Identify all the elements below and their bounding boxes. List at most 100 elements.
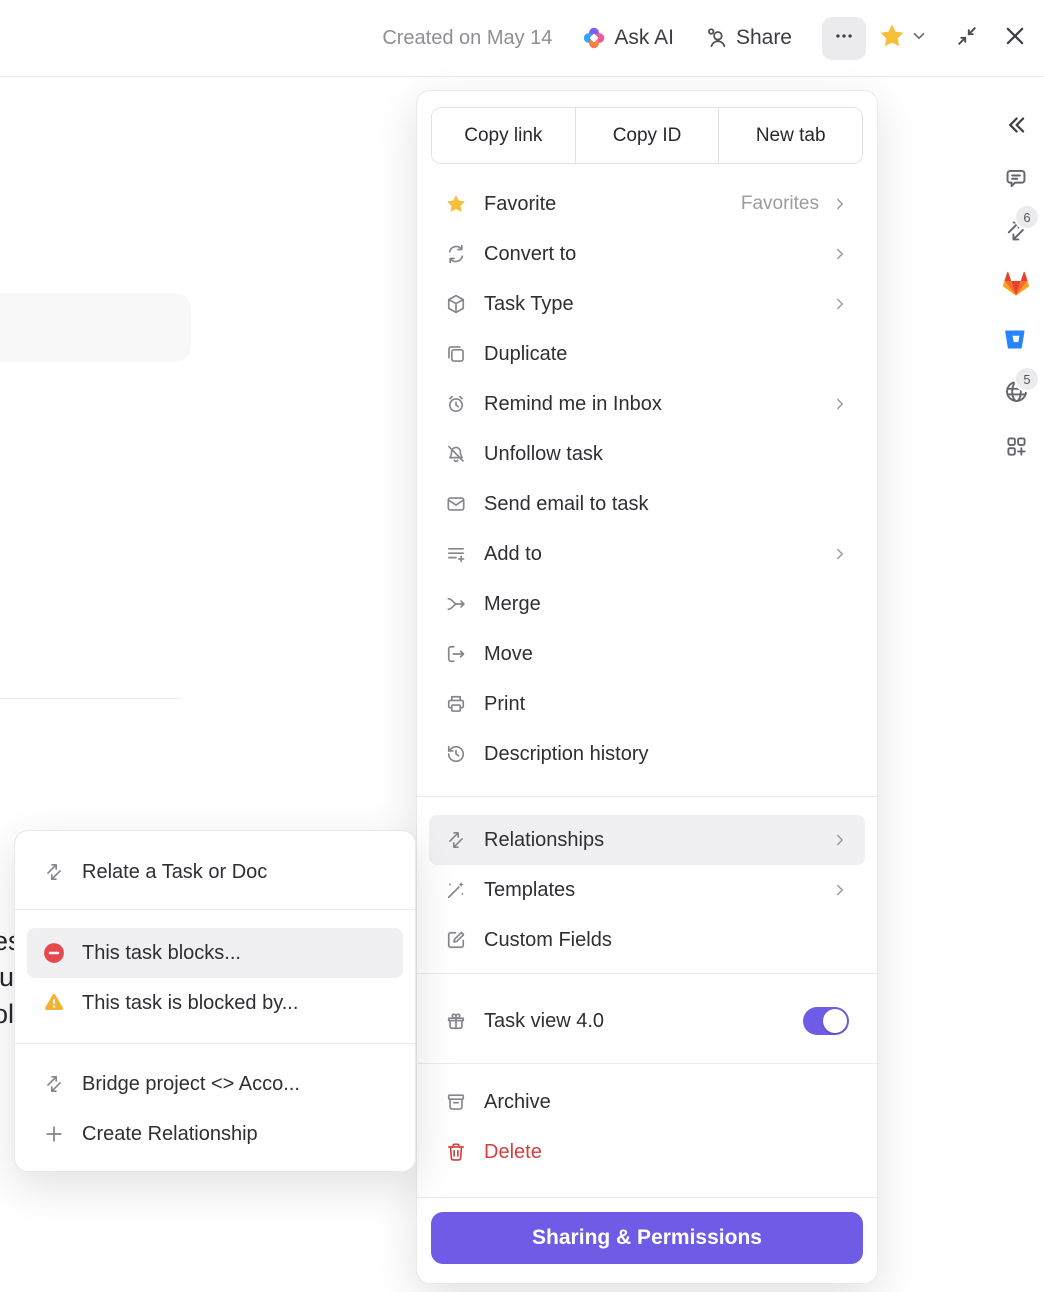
- new-tab-button[interactable]: New tab: [718, 108, 862, 163]
- menu-item-label: Templates: [484, 879, 575, 902]
- menu-item-add-to[interactable]: Add to: [429, 529, 865, 579]
- menu-item-description-history[interactable]: Description history: [429, 729, 865, 779]
- menu-item-convert-to[interactable]: Convert to: [429, 229, 865, 279]
- bitbucket-button[interactable]: [1001, 326, 1031, 356]
- menu-divider: [417, 1197, 877, 1198]
- menu-item-label: Favorite: [484, 193, 556, 216]
- submenu-item-task-blocks[interactable]: This task blocks...: [27, 928, 403, 978]
- menu-item-templates[interactable]: Templates: [429, 865, 865, 915]
- relationships-count-badge: 6: [1016, 206, 1038, 228]
- chevron-right-icon: [831, 881, 849, 899]
- magic-wand-icon: [445, 879, 467, 901]
- menu-item-favorite[interactable]: Favorite Favorites: [429, 179, 865, 229]
- bell-off-icon: [445, 443, 467, 465]
- chevron-right-icon: [831, 545, 849, 563]
- menu-item-task-view-40[interactable]: Task view 4.0: [429, 996, 865, 1046]
- relationships-icon: [445, 829, 467, 851]
- menu-item-label: Unfollow task: [484, 443, 603, 466]
- menu-item-duplicate[interactable]: Duplicate: [429, 329, 865, 379]
- collapse-sidebar-button[interactable]: [1001, 112, 1031, 142]
- toggle-knob: [823, 1009, 847, 1033]
- task-view-toggle[interactable]: [803, 1007, 849, 1035]
- web-links-count-badge: 5: [1016, 368, 1038, 390]
- submenu-item-label: Create Relationship: [82, 1123, 258, 1146]
- submenu-item-task-blocked-by[interactable]: This task is blocked by...: [27, 978, 403, 1028]
- menu-item-label: Duplicate: [484, 343, 567, 366]
- menu-item-label: Description history: [484, 743, 649, 766]
- menu-item-delete[interactable]: Delete: [429, 1127, 865, 1177]
- edit-square-icon: [445, 929, 467, 951]
- move-icon: [445, 643, 467, 665]
- submenu-item-label: This task is blocked by...: [82, 992, 298, 1015]
- ai-flower-icon: [582, 26, 606, 50]
- copy-id-button[interactable]: Copy ID: [575, 108, 719, 163]
- favorite-star-button[interactable]: [878, 22, 928, 55]
- more-options-button[interactable]: [822, 17, 866, 60]
- ellipsis-icon: [833, 25, 855, 52]
- menu-item-remind-me[interactable]: Remind me in Inbox: [429, 379, 865, 429]
- menu-item-archive[interactable]: Archive: [429, 1077, 865, 1127]
- menu-item-label: Task view 4.0: [484, 1010, 604, 1033]
- envelope-icon: [445, 493, 467, 515]
- submenu-item-label: Relate a Task or Doc: [82, 861, 267, 884]
- copy-actions-group: Copy link Copy ID New tab: [431, 107, 863, 164]
- minimize-button[interactable]: [950, 21, 984, 55]
- menu-divider: [417, 796, 877, 797]
- chevron-right-icon: [831, 245, 849, 263]
- comments-button[interactable]: [1001, 166, 1031, 196]
- menu-item-move[interactable]: Move: [429, 629, 865, 679]
- sharing-permissions-button[interactable]: Sharing & Permissions: [431, 1212, 863, 1264]
- background-text-fragment: ol: [0, 999, 14, 1030]
- menu-item-merge[interactable]: Merge: [429, 579, 865, 629]
- convert-icon: [445, 243, 467, 265]
- menu-item-label: Merge: [484, 593, 541, 616]
- submenu-divider: [15, 909, 415, 910]
- menu-item-send-email[interactable]: Send email to task: [429, 479, 865, 529]
- duplicate-icon: [445, 343, 467, 365]
- submenu-divider: [15, 1043, 415, 1044]
- relationships-icon: [43, 1073, 65, 1095]
- submenu-item-relate[interactable]: Relate a Task or Doc: [27, 847, 403, 897]
- plus-icon: [43, 1123, 65, 1145]
- collapse-arrows-icon: [955, 24, 979, 53]
- archive-icon: [445, 1091, 467, 1113]
- warning-triangle-icon: [43, 992, 65, 1014]
- alarm-clock-icon: [445, 393, 467, 415]
- menu-item-relationships[interactable]: Relationships: [429, 815, 865, 865]
- menu-item-label: Convert to: [484, 243, 576, 266]
- menu-item-label: Task Type: [484, 293, 574, 316]
- submenu-item-label: This task blocks...: [82, 942, 241, 965]
- grid-plus-icon: [1004, 434, 1029, 464]
- relationships-submenu: Relate a Task or Doc This task blocks...: [14, 830, 416, 1172]
- background-text-fragment: lu: [0, 962, 14, 993]
- menu-item-print[interactable]: Print: [429, 679, 865, 729]
- favorites-location-label: Favorites: [741, 193, 819, 215]
- submenu-item-label: Bridge project <> Acco...: [82, 1073, 300, 1096]
- gift-icon: [445, 1010, 467, 1032]
- close-icon: [1002, 23, 1028, 54]
- ask-ai-button[interactable]: Ask AI: [582, 26, 674, 50]
- menu-item-task-type[interactable]: Task Type: [429, 279, 865, 329]
- gitlab-button[interactable]: [1001, 271, 1031, 301]
- right-sidebar: 6: [988, 76, 1044, 1292]
- apps-button[interactable]: [1001, 434, 1031, 464]
- task-view-screen: es lu ol Created on May 14 Ask AI: [0, 0, 1044, 1292]
- topbar: Created on May 14 Ask AI: [0, 0, 1044, 77]
- share-button[interactable]: Share: [704, 26, 792, 50]
- chevron-right-icon: [831, 295, 849, 313]
- gitlab-icon: [1001, 269, 1031, 304]
- block-minus-icon: [43, 942, 65, 964]
- menu-item-custom-fields[interactable]: Custom Fields: [429, 915, 865, 965]
- trash-icon: [445, 1141, 467, 1163]
- submenu-item-create-relationship[interactable]: Create Relationship: [27, 1109, 403, 1159]
- copy-link-button[interactable]: Copy link: [432, 108, 575, 163]
- background-divider: [0, 698, 181, 699]
- share-person-icon: [704, 26, 728, 50]
- menu-item-label: Remind me in Inbox: [484, 393, 662, 416]
- background-highlight-block: [0, 293, 191, 362]
- menu-item-label: Move: [484, 643, 533, 666]
- menu-item-unfollow-task[interactable]: Unfollow task: [429, 429, 865, 479]
- close-button[interactable]: [998, 21, 1032, 55]
- submenu-item-bridge-project[interactable]: Bridge project <> Acco...: [27, 1059, 403, 1109]
- created-date-label: Created on May 14: [382, 27, 552, 50]
